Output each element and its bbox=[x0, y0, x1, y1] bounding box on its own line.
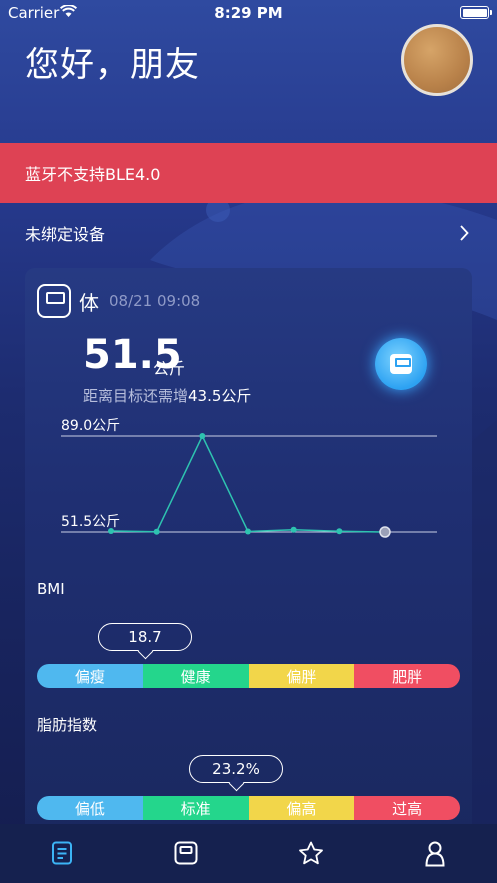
fat-scale-bar: 偏低 标准 偏高 过高 bbox=[37, 796, 460, 820]
bmi-value: 18.7 bbox=[128, 628, 162, 646]
min-label: 51.5公斤 bbox=[61, 514, 120, 530]
bmi-segment: 偏胖 bbox=[248, 664, 355, 688]
battery-icon bbox=[460, 6, 492, 19]
weight-card[interactable]: 体 08/21 09:08 51.5 公斤 距离目标还需增43.5公斤 89.0… bbox=[25, 268, 472, 848]
scale-icon bbox=[174, 841, 198, 865]
alert-text: 蓝牙不支持BLE4.0 bbox=[25, 165, 161, 184]
target-tip-prefix: 距离目标还需增 bbox=[83, 387, 189, 405]
bmi-segment: 肥胖 bbox=[354, 664, 460, 688]
bmi-segment: 健康 bbox=[142, 664, 249, 688]
tab-records[interactable] bbox=[0, 824, 124, 883]
star-icon bbox=[298, 841, 323, 865]
device-label: 未绑定设备 bbox=[25, 225, 106, 244]
trend-point bbox=[199, 433, 206, 439]
weight-unit: 公斤 bbox=[153, 359, 186, 378]
bmi-scale-bar: 偏瘦 健康 偏胖 肥胖 bbox=[37, 664, 460, 688]
tab-bar bbox=[0, 824, 497, 883]
status-time: 8:29 PM bbox=[214, 4, 283, 22]
max-label: 89.0公斤 bbox=[61, 418, 120, 434]
bluetooth-alert: 蓝牙不支持BLE4.0 bbox=[0, 143, 497, 203]
card-title: 体 bbox=[79, 290, 99, 315]
greeting-title: 您好，朋友 bbox=[25, 45, 200, 85]
tab-scale[interactable] bbox=[124, 824, 248, 883]
fat-value-bubble: 23.2% bbox=[189, 755, 283, 783]
trend-point bbox=[290, 526, 297, 533]
trend-point bbox=[245, 528, 251, 535]
target-tip-value: 43.5公斤 bbox=[188, 387, 252, 405]
fat-label: 脂肪指数 bbox=[37, 716, 98, 734]
status-bar: Carrier 8:29 PM bbox=[0, 0, 497, 26]
trend-point bbox=[336, 528, 343, 535]
bmi-segment: 偏瘦 bbox=[37, 664, 143, 688]
bmi-label: BMI bbox=[37, 580, 65, 598]
fat-value: 23.2% bbox=[212, 760, 260, 778]
fat-segment: 过高 bbox=[354, 796, 460, 820]
bind-device-row[interactable]: 未绑定设备 bbox=[0, 213, 497, 253]
avatar[interactable] bbox=[401, 24, 473, 96]
user-icon bbox=[425, 841, 445, 867]
target-tip: 距离目标还需增43.5公斤 bbox=[83, 385, 251, 406]
document-icon bbox=[52, 841, 73, 865]
fat-segment: 偏低 bbox=[37, 796, 143, 820]
fat-segment: 标准 bbox=[142, 796, 249, 820]
tab-favorites[interactable] bbox=[249, 824, 373, 883]
bmi-value-bubble: 18.7 bbox=[98, 623, 192, 651]
weigh-button[interactable] bbox=[375, 338, 427, 390]
weight-trend-chart: 89.0公斤 51.5公斤 bbox=[61, 418, 437, 538]
chevron-right-icon bbox=[460, 225, 469, 241]
scale-icon bbox=[390, 354, 412, 374]
measure-time: 08/21 09:08 bbox=[109, 292, 201, 310]
trend-point bbox=[153, 528, 160, 535]
trend-line bbox=[110, 434, 386, 533]
tab-profile[interactable] bbox=[373, 824, 497, 883]
trend-point bbox=[108, 527, 114, 534]
scale-icon bbox=[37, 284, 71, 318]
trend-point bbox=[379, 526, 391, 538]
fat-segment: 偏高 bbox=[248, 796, 355, 820]
